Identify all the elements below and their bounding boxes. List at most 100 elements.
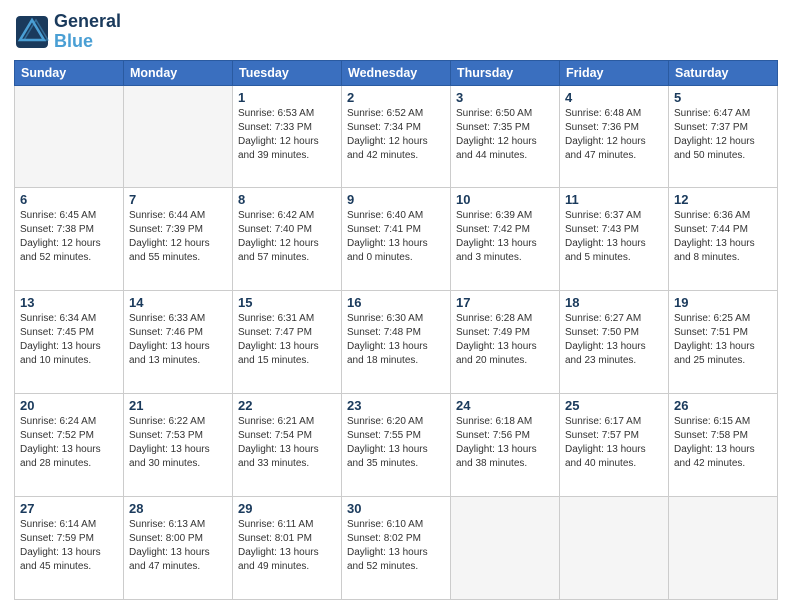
calendar-day: 1 Sunrise: 6:53 AM Sunset: 7:33 PM Daylig…: [233, 85, 342, 188]
calendar-day: 3 Sunrise: 6:50 AM Sunset: 7:35 PM Daylig…: [451, 85, 560, 188]
day-info: Sunrise: 6:25 AM Sunset: 7:51 PM Dayligh…: [674, 312, 772, 368]
day-info: Sunrise: 6:22 AM Sunset: 7:53 PM Dayligh…: [129, 415, 227, 471]
day-info: Sunrise: 6:48 AM Sunset: 7:36 PM Dayligh…: [565, 107, 663, 163]
day-info: Sunrise: 6:30 AM Sunset: 7:48 PM Dayligh…: [347, 312, 445, 368]
day-info: Sunrise: 6:11 AM Sunset: 8:01 PM Dayligh…: [238, 518, 336, 574]
day-number: 23: [347, 398, 445, 413]
day-info: Sunrise: 6:10 AM Sunset: 8:02 PM Dayligh…: [347, 518, 445, 574]
col-thursday: Thursday: [451, 60, 560, 85]
col-monday: Monday: [124, 60, 233, 85]
day-number: 7: [129, 192, 227, 207]
day-number: 30: [347, 501, 445, 516]
calendar-day: [124, 85, 233, 188]
day-info: Sunrise: 6:53 AM Sunset: 7:33 PM Dayligh…: [238, 107, 336, 163]
day-number: 11: [565, 192, 663, 207]
calendar-day: 10Sunrise: 6:39 AM Sunset: 7:42 PM Dayli…: [451, 188, 560, 291]
logo-text: General Blue: [54, 12, 121, 52]
calendar-day: [669, 497, 778, 600]
calendar-day: 18 Sunrise: 6:27 AM Sunset: 7:50 PM Dayli…: [560, 291, 669, 394]
calendar-day: 22 Sunrise: 6:21 AM Sunset: 7:54 PM Dayli…: [233, 394, 342, 497]
day-number: 26: [674, 398, 772, 413]
day-info: Sunrise: 6:36 AM Sunset: 7:44 PM Dayligh…: [674, 209, 772, 265]
col-saturday: Saturday: [669, 60, 778, 85]
calendar-day: 8Sunrise: 6:42 AM Sunset: 7:40 PM Daylig…: [233, 188, 342, 291]
day-number: 14: [129, 295, 227, 310]
day-info: Sunrise: 6:15 AM Sunset: 7:58 PM Dayligh…: [674, 415, 772, 471]
logo: General Blue: [14, 12, 121, 52]
calendar-day: 12 Sunrise: 6:36 AM Sunset: 7:44 PM Dayli…: [669, 188, 778, 291]
day-number: 19: [674, 295, 772, 310]
day-number: 2: [347, 90, 445, 105]
day-number: 18: [565, 295, 663, 310]
calendar-day: 21 Sunrise: 6:22 AM Sunset: 7:53 PM Dayli…: [124, 394, 233, 497]
day-info: Sunrise: 6:33 AM Sunset: 7:46 PM Dayligh…: [129, 312, 227, 368]
calendar-day: 25Sunrise: 6:17 AM Sunset: 7:57 PM Dayli…: [560, 394, 669, 497]
col-sunday: Sunday: [15, 60, 124, 85]
day-info: Sunrise: 6:42 AM Sunset: 7:40 PM Dayligh…: [238, 209, 336, 265]
calendar-day: 16 Sunrise: 6:30 AM Sunset: 7:48 PM Dayli…: [342, 291, 451, 394]
day-info: Sunrise: 6:39 AM Sunset: 7:42 PM Dayligh…: [456, 209, 554, 265]
day-number: 1: [238, 90, 336, 105]
calendar-week-row: 20Sunrise: 6:24 AM Sunset: 7:52 PM Dayli…: [15, 394, 778, 497]
col-tuesday: Tuesday: [233, 60, 342, 85]
calendar-day: 24Sunrise: 6:18 AM Sunset: 7:56 PM Dayli…: [451, 394, 560, 497]
day-info: Sunrise: 6:13 AM Sunset: 8:00 PM Dayligh…: [129, 518, 227, 574]
calendar-day: 29 Sunrise: 6:11 AM Sunset: 8:01 PM Dayli…: [233, 497, 342, 600]
page: General Blue Sunday Monday Tuesday Wedne…: [0, 0, 792, 612]
day-number: 9: [347, 192, 445, 207]
day-number: 13: [20, 295, 118, 310]
day-number: 28: [129, 501, 227, 516]
day-info: Sunrise: 6:17 AM Sunset: 7:57 PM Dayligh…: [565, 415, 663, 471]
day-number: 16: [347, 295, 445, 310]
calendar-day: [451, 497, 560, 600]
day-number: 12: [674, 192, 772, 207]
day-info: Sunrise: 6:47 AM Sunset: 7:37 PM Dayligh…: [674, 107, 772, 163]
day-info: Sunrise: 6:40 AM Sunset: 7:41 PM Dayligh…: [347, 209, 445, 265]
day-info: Sunrise: 6:27 AM Sunset: 7:50 PM Dayligh…: [565, 312, 663, 368]
calendar-day: 13 Sunrise: 6:34 AM Sunset: 7:45 PM Dayli…: [15, 291, 124, 394]
calendar-table: Sunday Monday Tuesday Wednesday Thursday…: [14, 60, 778, 600]
calendar-day: 6 Sunrise: 6:45 AM Sunset: 7:38 PM Daylig…: [15, 188, 124, 291]
day-number: 6: [20, 192, 118, 207]
calendar-day: 11 Sunrise: 6:37 AM Sunset: 7:43 PM Dayli…: [560, 188, 669, 291]
calendar-day: 23 Sunrise: 6:20 AM Sunset: 7:55 PM Dayli…: [342, 394, 451, 497]
day-info: Sunrise: 6:21 AM Sunset: 7:54 PM Dayligh…: [238, 415, 336, 471]
calendar-day: 26 Sunrise: 6:15 AM Sunset: 7:58 PM Dayli…: [669, 394, 778, 497]
day-info: Sunrise: 6:20 AM Sunset: 7:55 PM Dayligh…: [347, 415, 445, 471]
calendar-week-row: 6 Sunrise: 6:45 AM Sunset: 7:38 PM Daylig…: [15, 188, 778, 291]
calendar-day: 19 Sunrise: 6:25 AM Sunset: 7:51 PM Dayli…: [669, 291, 778, 394]
day-number: 24: [456, 398, 554, 413]
calendar-day: 20Sunrise: 6:24 AM Sunset: 7:52 PM Dayli…: [15, 394, 124, 497]
calendar-day: [15, 85, 124, 188]
day-info: Sunrise: 6:28 AM Sunset: 7:49 PM Dayligh…: [456, 312, 554, 368]
calendar-week-row: 1 Sunrise: 6:53 AM Sunset: 7:33 PM Daylig…: [15, 85, 778, 188]
day-number: 17: [456, 295, 554, 310]
calendar-day: 2 Sunrise: 6:52 AM Sunset: 7:34 PM Daylig…: [342, 85, 451, 188]
calendar-day: 9 Sunrise: 6:40 AM Sunset: 7:41 PM Daylig…: [342, 188, 451, 291]
day-number: 27: [20, 501, 118, 516]
day-number: 22: [238, 398, 336, 413]
calendar-day: 27 Sunrise: 6:14 AM Sunset: 7:59 PM Dayli…: [15, 497, 124, 600]
day-number: 5: [674, 90, 772, 105]
day-number: 29: [238, 501, 336, 516]
day-number: 15: [238, 295, 336, 310]
calendar-day: [560, 497, 669, 600]
col-friday: Friday: [560, 60, 669, 85]
day-info: Sunrise: 6:50 AM Sunset: 7:35 PM Dayligh…: [456, 107, 554, 163]
day-info: Sunrise: 6:14 AM Sunset: 7:59 PM Dayligh…: [20, 518, 118, 574]
calendar-day: 15Sunrise: 6:31 AM Sunset: 7:47 PM Dayli…: [233, 291, 342, 394]
header: General Blue: [14, 12, 778, 52]
day-number: 21: [129, 398, 227, 413]
day-number: 20: [20, 398, 118, 413]
day-info: Sunrise: 6:45 AM Sunset: 7:38 PM Dayligh…: [20, 209, 118, 265]
day-number: 3: [456, 90, 554, 105]
logo-icon: [14, 14, 50, 50]
col-wednesday: Wednesday: [342, 60, 451, 85]
day-info: Sunrise: 6:44 AM Sunset: 7:39 PM Dayligh…: [129, 209, 227, 265]
calendar-day: 30 Sunrise: 6:10 AM Sunset: 8:02 PM Dayli…: [342, 497, 451, 600]
day-info: Sunrise: 6:52 AM Sunset: 7:34 PM Dayligh…: [347, 107, 445, 163]
day-info: Sunrise: 6:34 AM Sunset: 7:45 PM Dayligh…: [20, 312, 118, 368]
calendar-week-row: 13 Sunrise: 6:34 AM Sunset: 7:45 PM Dayli…: [15, 291, 778, 394]
calendar-day: 14 Sunrise: 6:33 AM Sunset: 7:46 PM Dayli…: [124, 291, 233, 394]
day-info: Sunrise: 6:37 AM Sunset: 7:43 PM Dayligh…: [565, 209, 663, 265]
